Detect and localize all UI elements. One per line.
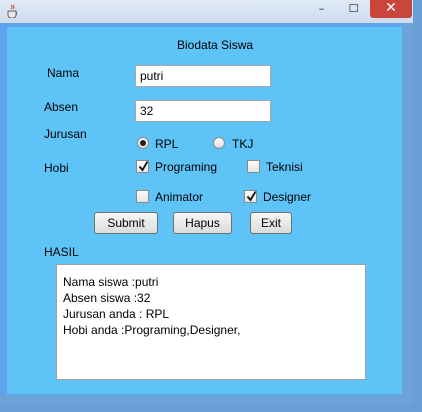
checkbox-animator[interactable]	[136, 190, 149, 203]
absen-label: Absen	[44, 100, 79, 114]
exit-button[interactable]: Exit	[250, 212, 292, 234]
checkbox-animator-label[interactable]: Animator	[155, 190, 203, 204]
hasil-line-hobi: Hobi anda :Programing,Designer,	[63, 323, 241, 337]
hobi-label: Hobi	[44, 161, 69, 175]
window-frame-bottom	[0, 395, 413, 404]
form-heading: Biodata Siswa	[177, 38, 254, 52]
checkbox-teknisi-label[interactable]: Teknisi	[266, 160, 303, 174]
app-window: – ☐ ✕ Biodata Siswa Nama putri Absen 32 …	[0, 0, 413, 404]
checkbox-programing-label[interactable]: Programing	[155, 160, 217, 174]
minimize-button[interactable]: –	[307, 0, 336, 18]
checkbox-designer-label[interactable]: Designer	[263, 190, 311, 204]
checkmark-icon	[246, 191, 257, 202]
absen-field[interactable]: 32	[135, 100, 271, 122]
radio-selected-dot	[140, 140, 146, 146]
window-frame-right	[402, 23, 413, 404]
title-bar[interactable]: – ☐ ✕	[0, 0, 413, 23]
hasil-line-nama: Nama siswa :putri	[63, 275, 159, 289]
radio-rpl[interactable]	[137, 137, 149, 149]
hasil-line-jurusan: Jurusan anda : RPL	[63, 307, 170, 321]
maximize-button[interactable]: ☐	[339, 0, 368, 18]
nama-field[interactable]: putri	[135, 65, 271, 87]
hasil-textarea[interactable]: Nama siswa :putri Absen siswa :32 Jurusa…	[56, 264, 366, 380]
submit-button[interactable]: Submit	[94, 212, 158, 234]
close-button[interactable]: ✕	[370, 0, 412, 18]
java-cup-icon	[7, 4, 18, 18]
radio-rpl-label[interactable]: RPL	[155, 137, 178, 151]
checkbox-teknisi[interactable]	[247, 160, 260, 173]
checkmark-icon	[138, 161, 149, 172]
hasil-line-absen: Absen siswa :32	[63, 291, 151, 305]
hasil-label: HASIL	[44, 245, 79, 259]
jurusan-label: Jurusan	[44, 127, 87, 141]
nama-label: Nama	[47, 66, 80, 80]
radio-tkj[interactable]	[213, 137, 225, 149]
checkbox-designer[interactable]	[244, 190, 257, 203]
radio-tkj-label[interactable]: TKJ	[232, 137, 253, 151]
hapus-button[interactable]: Hapus	[173, 212, 232, 234]
checkbox-programing[interactable]	[136, 160, 149, 173]
